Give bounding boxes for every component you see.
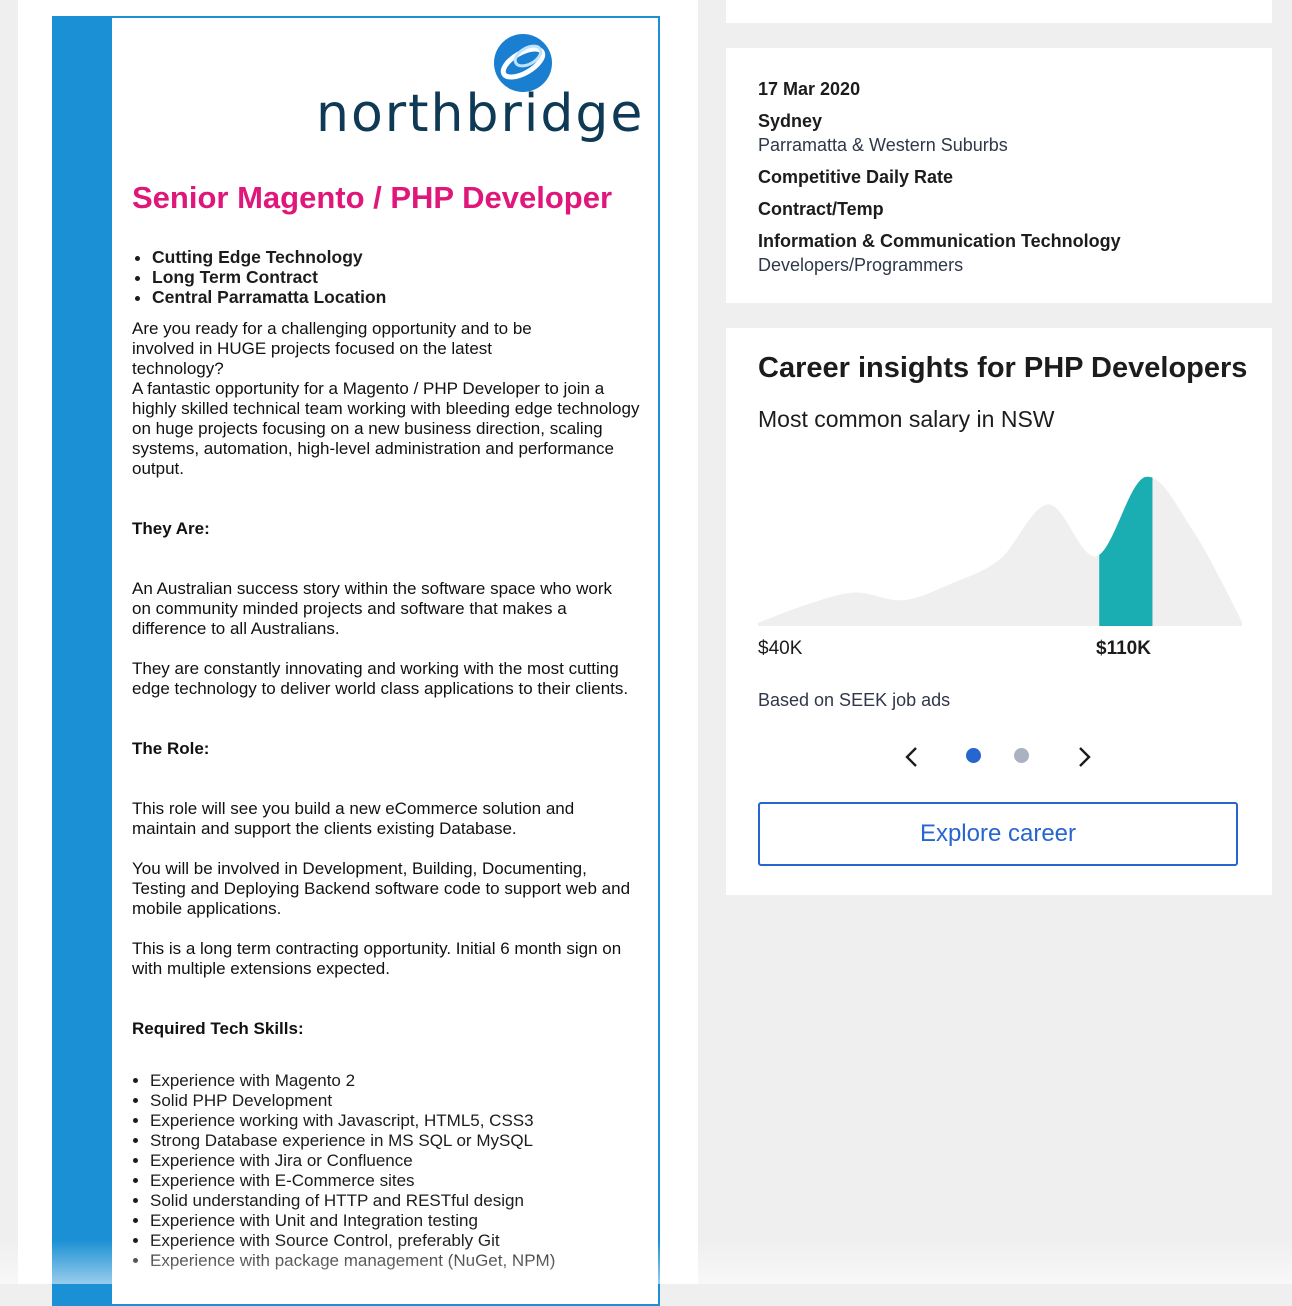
highlights-list: Cutting Edge Technology Long Term Contra… (132, 247, 386, 307)
career-insights-panel: Career insights for PHP Developers Most … (726, 328, 1272, 895)
role-paragraph: This is a long term contracting opportun… (132, 939, 622, 978)
listing-date: 17 Mar 2020 (758, 79, 861, 99)
job-salary: Competitive Daily Rate (758, 167, 954, 187)
role-paragraph: This role will see you build a new eComm… (132, 799, 575, 838)
carousel-dot-1[interactable] (966, 748, 981, 763)
list-item: Solid PHP Development (150, 1091, 555, 1111)
list-item: Experience working with Javascript, HTML… (150, 1111, 555, 1131)
chevron-right-icon[interactable] (1070, 742, 1098, 772)
salary-distribution-chart (758, 476, 1242, 626)
insights-source: Based on SEEK job ads (758, 690, 951, 710)
section-heading: The Role: (132, 739, 210, 758)
section-heading: Required Tech Skills: (132, 1019, 304, 1038)
company-logo: northbridge (316, 32, 642, 144)
insights-subtitle: Most common salary in NSW (758, 406, 1055, 432)
list-item: Long Term Contract (152, 267, 386, 287)
list-item: Experience with package management (NuGe… (150, 1251, 555, 1271)
intro-paragraph: Are you ready for a challenging opportun… (132, 319, 532, 378)
job-details-panel: 17 Mar 2020 Sydney Parramatta & Western … (726, 48, 1272, 303)
job-subclassification: Developers/Programmers (758, 255, 964, 275)
section-heading: They Are: (132, 519, 210, 538)
job-classification: Information & Communication Technology (758, 231, 1121, 251)
list-item: Central Parramatta Location (152, 287, 386, 307)
carousel-dot-2[interactable] (1014, 748, 1029, 763)
list-item: Solid understanding of HTTP and RESTful … (150, 1191, 555, 1211)
logo-wordmark: northbridge (316, 84, 645, 144)
salary-area (758, 476, 1242, 626)
list-item: Cutting Edge Technology (152, 247, 386, 267)
explore-career-button[interactable]: Explore career (758, 802, 1238, 866)
work-type: Contract/Temp (758, 199, 884, 219)
skills-list: Experience with Magento 2 Solid PHP Deve… (132, 1071, 555, 1271)
list-item: Experience with Jira or Confluence (150, 1151, 555, 1171)
page-gutter (0, 0, 18, 1284)
chevron-left-icon[interactable] (898, 742, 926, 772)
role-paragraph: You will be involved in Development, Bui… (132, 859, 631, 918)
job-ad-template: northbridge Senior Magento / PHP Develop… (52, 16, 660, 1306)
list-item: Strong Database experience in MS SQL or … (150, 1131, 555, 1151)
intro-paragraph: A fantastic opportunity for a Magento / … (132, 379, 640, 478)
salary-common-label: $110K (1096, 638, 1151, 659)
job-area: Parramatta & Western Suburbs (758, 135, 1008, 155)
top-panel (726, 0, 1272, 23)
list-item: Experience with Source Control, preferab… (150, 1231, 555, 1251)
job-location: Sydney (758, 111, 823, 131)
company-paragraph: They are constantly innovating and worki… (132, 659, 629, 698)
insights-title: Career insights for PHP Developers (758, 352, 1248, 384)
salary-low-label: $40K (758, 638, 803, 659)
company-paragraph: An Australian success story within the s… (132, 579, 612, 638)
ad-side-stripe (54, 18, 112, 1304)
job-title: Senior Magento / PHP Developer (132, 180, 613, 215)
list-item: Experience with Unit and Integration tes… (150, 1211, 555, 1231)
list-item: Experience with E-Commerce sites (150, 1171, 555, 1191)
list-item: Experience with Magento 2 (150, 1071, 555, 1091)
